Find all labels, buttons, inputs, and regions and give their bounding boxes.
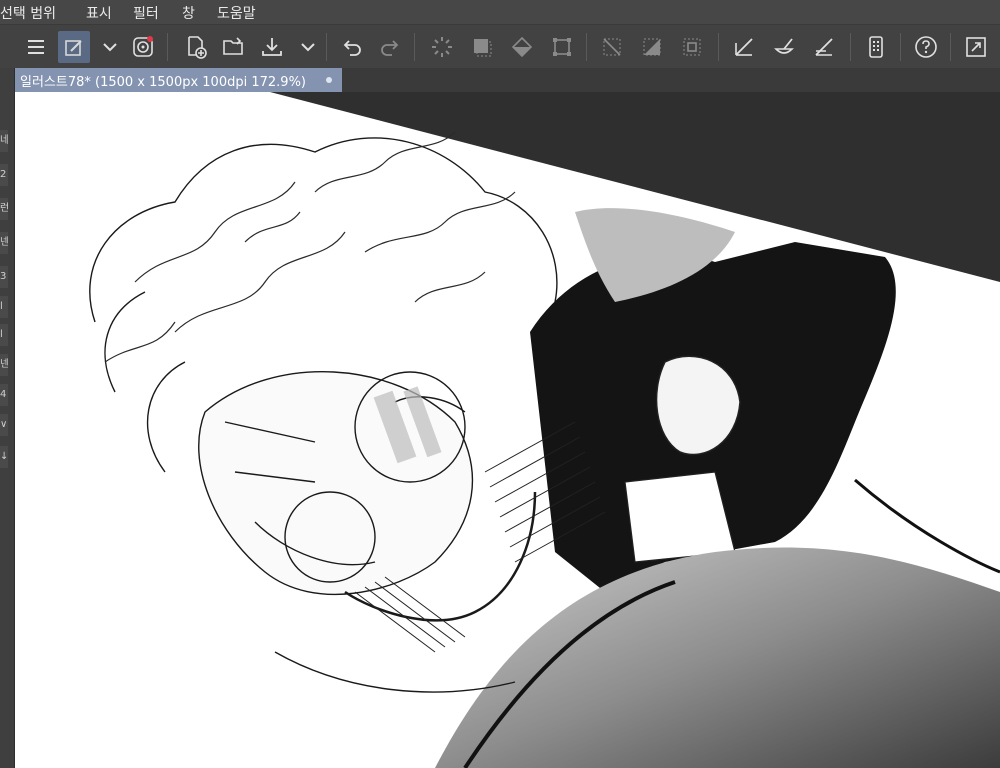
document-tab-title: 일러스트78* (1500 x 1500px 100dpi 172.9%) <box>20 74 306 90</box>
save-icon <box>260 35 284 59</box>
unsaved-dot-icon <box>326 77 332 83</box>
line-button[interactable] <box>808 31 840 63</box>
left-panel-tab[interactable]: 네 <box>0 130 8 152</box>
invert-selection-button[interactable] <box>636 31 668 63</box>
chevron-down-icon <box>299 38 317 56</box>
device-icon <box>864 35 888 59</box>
document-tab[interactable]: 일러스트78* (1500 x 1500px 100dpi 172.9%) <box>14 68 342 92</box>
ruler-icon <box>732 35 756 59</box>
open-folder-icon <box>222 35 246 59</box>
loading-button[interactable] <box>426 31 458 63</box>
fill-icon <box>510 35 534 59</box>
menu-item-selection[interactable]: 선택 범위 <box>0 3 56 23</box>
menu-button[interactable] <box>20 31 52 63</box>
command-bar <box>0 24 1000 70</box>
collapsed-left-panel: 네 2 런 넨 3 l l 넨 4 ∨ ↓ <box>0 68 15 768</box>
fullscreen-button[interactable] <box>960 31 992 63</box>
new-canvas-button[interactable] <box>180 31 212 63</box>
left-panel-tab[interactable]: 넨 <box>0 232 8 254</box>
transform-button[interactable] <box>546 31 578 63</box>
left-panel-tab[interactable]: ∨ <box>0 414 8 436</box>
deselect-button[interactable] <box>596 31 628 63</box>
artwork-canvas[interactable] <box>15 92 1000 768</box>
selection-border-icon <box>680 35 704 59</box>
fill-button[interactable] <box>506 31 538 63</box>
left-panel-tab[interactable]: 넨 <box>0 354 8 376</box>
transform-icon <box>550 35 574 59</box>
left-panel-tab[interactable]: 런 <box>0 198 8 220</box>
companion-icon <box>131 35 155 59</box>
menu-item-window[interactable]: 창 <box>182 3 195 23</box>
invert-selection-icon <box>640 35 664 59</box>
left-panel-tab[interactable]: ↓ <box>0 446 8 468</box>
menu-icon <box>25 36 47 58</box>
ruler-button[interactable] <box>728 31 760 63</box>
left-panel-tab[interactable]: 2 <box>0 164 8 186</box>
left-panel-tab[interactable]: 4 <box>0 384 8 406</box>
left-panel-tab[interactable]: l <box>0 324 8 346</box>
undo-button[interactable] <box>336 31 368 63</box>
selection-border-button[interactable] <box>676 31 708 63</box>
companion-button[interactable] <box>127 31 159 63</box>
menu-item-view[interactable]: 표시 <box>86 3 112 23</box>
edit-mode-icon <box>63 36 85 58</box>
undo-icon <box>340 35 364 59</box>
save-button[interactable] <box>256 31 288 63</box>
fill-bucket-button[interactable] <box>768 31 800 63</box>
edit-mode-button[interactable] <box>58 31 90 63</box>
chevron-down-icon <box>101 38 119 56</box>
menu-item-filter[interactable]: 필터 <box>133 3 159 23</box>
edit-mode-dropdown[interactable] <box>94 31 126 63</box>
deselect-icon <box>600 35 624 59</box>
select-all-button[interactable] <box>466 31 498 63</box>
open-button[interactable] <box>218 31 250 63</box>
device-button[interactable] <box>860 31 892 63</box>
fullscreen-icon <box>964 35 988 59</box>
menu-item-help[interactable]: 도움말 <box>217 3 256 23</box>
left-panel-tab[interactable]: 3 <box>0 266 8 288</box>
save-dropdown[interactable] <box>292 31 324 63</box>
fill-bucket-icon <box>772 35 796 59</box>
redo-button[interactable] <box>374 31 406 63</box>
left-panel-tab[interactable]: l <box>0 296 8 318</box>
menu-bar: 선택 범위 표시 필터 창 도움말 <box>0 0 1000 24</box>
document-tab-strip: 일러스트78* (1500 x 1500px 100dpi 172.9%) <box>0 68 1000 92</box>
canvas-viewport[interactable] <box>15 92 1000 768</box>
loading-icon <box>430 35 454 59</box>
new-canvas-icon <box>184 35 208 59</box>
select-all-icon <box>470 35 494 59</box>
help-icon <box>913 34 939 60</box>
redo-icon <box>378 35 402 59</box>
help-button[interactable] <box>910 31 942 63</box>
line-icon <box>812 35 836 59</box>
